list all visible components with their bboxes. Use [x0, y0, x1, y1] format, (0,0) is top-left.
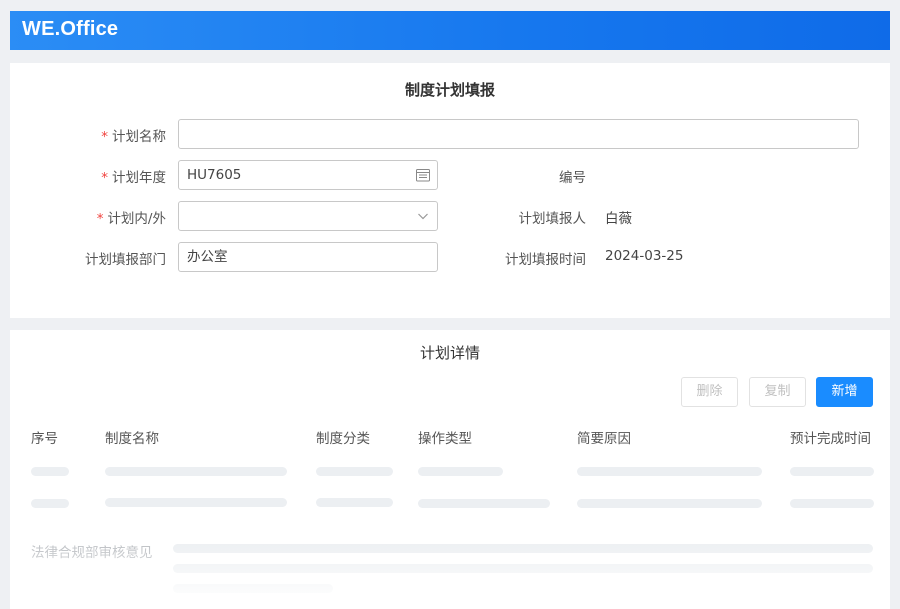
details-title: 计划详情 — [419, 344, 480, 362]
legal-review-label: 法律合规部审核意见 — [31, 545, 153, 561]
dept-field[interactable]: 办公室 — [178, 242, 438, 272]
plan-year-label-text: 计划年度 — [112, 170, 166, 186]
skeleton-cell — [577, 467, 762, 476]
skeleton-cell — [418, 467, 503, 476]
skeleton-cell — [31, 467, 69, 476]
skeleton-cell — [790, 467, 874, 476]
column-header-reason: 简要原因 — [577, 431, 631, 447]
skeleton-cell — [577, 499, 762, 508]
skeleton-cell — [316, 498, 393, 507]
column-header-index: 序号 — [31, 431, 58, 447]
plan-name-label: * 计划名称 — [90, 125, 166, 145]
skeleton-cell — [105, 467, 287, 476]
number-label: 编号 — [559, 170, 586, 186]
chevron-down-icon[interactable] — [415, 208, 431, 224]
skeleton-cell — [31, 499, 69, 508]
required-mark: * — [101, 129, 108, 145]
add-button[interactable]: 新增 — [816, 377, 873, 407]
dept-label: 计划填报部门 — [85, 252, 166, 268]
skeleton-cell — [173, 564, 873, 573]
form-title: 制度计划填报 — [404, 81, 495, 99]
plan-scope-label-text: 计划内/外 — [107, 211, 166, 227]
plan-year-label: * 计划年度 — [90, 166, 166, 186]
skeleton-cell — [173, 544, 873, 553]
report-time-value: 2024-03-25 — [605, 248, 684, 264]
app-header: WE.Office — [10, 11, 890, 50]
skeleton-cell — [418, 499, 550, 508]
column-header-operation: 操作类型 — [418, 431, 472, 447]
plan-year-value: HU7605 — [187, 167, 242, 183]
reporter-label: 计划填报人 — [518, 211, 587, 227]
copy-button[interactable]: 复制 — [749, 377, 806, 407]
delete-button[interactable]: 删除 — [681, 377, 738, 407]
plan-details-card: 计划详情 删除 复制 新增 序号 制度名称 制度分类 操作类型 简要原因 预计完… — [10, 330, 890, 609]
required-mark: * — [101, 170, 108, 186]
skeleton-cell — [790, 499, 874, 508]
skeleton-cell — [105, 498, 287, 507]
calendar-icon[interactable] — [415, 167, 431, 183]
app-logo: WE.Office — [22, 18, 119, 40]
skeleton-cell — [316, 467, 393, 476]
report-time-label: 计划填报时间 — [505, 252, 586, 268]
dept-value: 办公室 — [187, 249, 228, 265]
reporter-value: 白薇 — [605, 211, 632, 227]
plan-name-label-text: 计划名称 — [112, 129, 166, 145]
required-mark: * — [96, 211, 104, 227]
plan-scope-select[interactable] — [178, 201, 438, 231]
column-header-name: 制度名称 — [105, 431, 159, 447]
plan-year-field[interactable]: HU7605 — [178, 160, 438, 190]
column-header-category: 制度分类 — [316, 431, 370, 447]
skeleton-cell — [173, 584, 333, 593]
plan-scope-label: * 计划内/外 — [80, 207, 166, 227]
plan-form-card: 制度计划填报 * 计划名称 * 计划年度 HU7605 编号 * 计划内/外 计划填报… — [10, 63, 890, 318]
plan-name-input[interactable] — [178, 119, 859, 149]
column-header-due-date: 预计完成时间 — [790, 431, 871, 447]
